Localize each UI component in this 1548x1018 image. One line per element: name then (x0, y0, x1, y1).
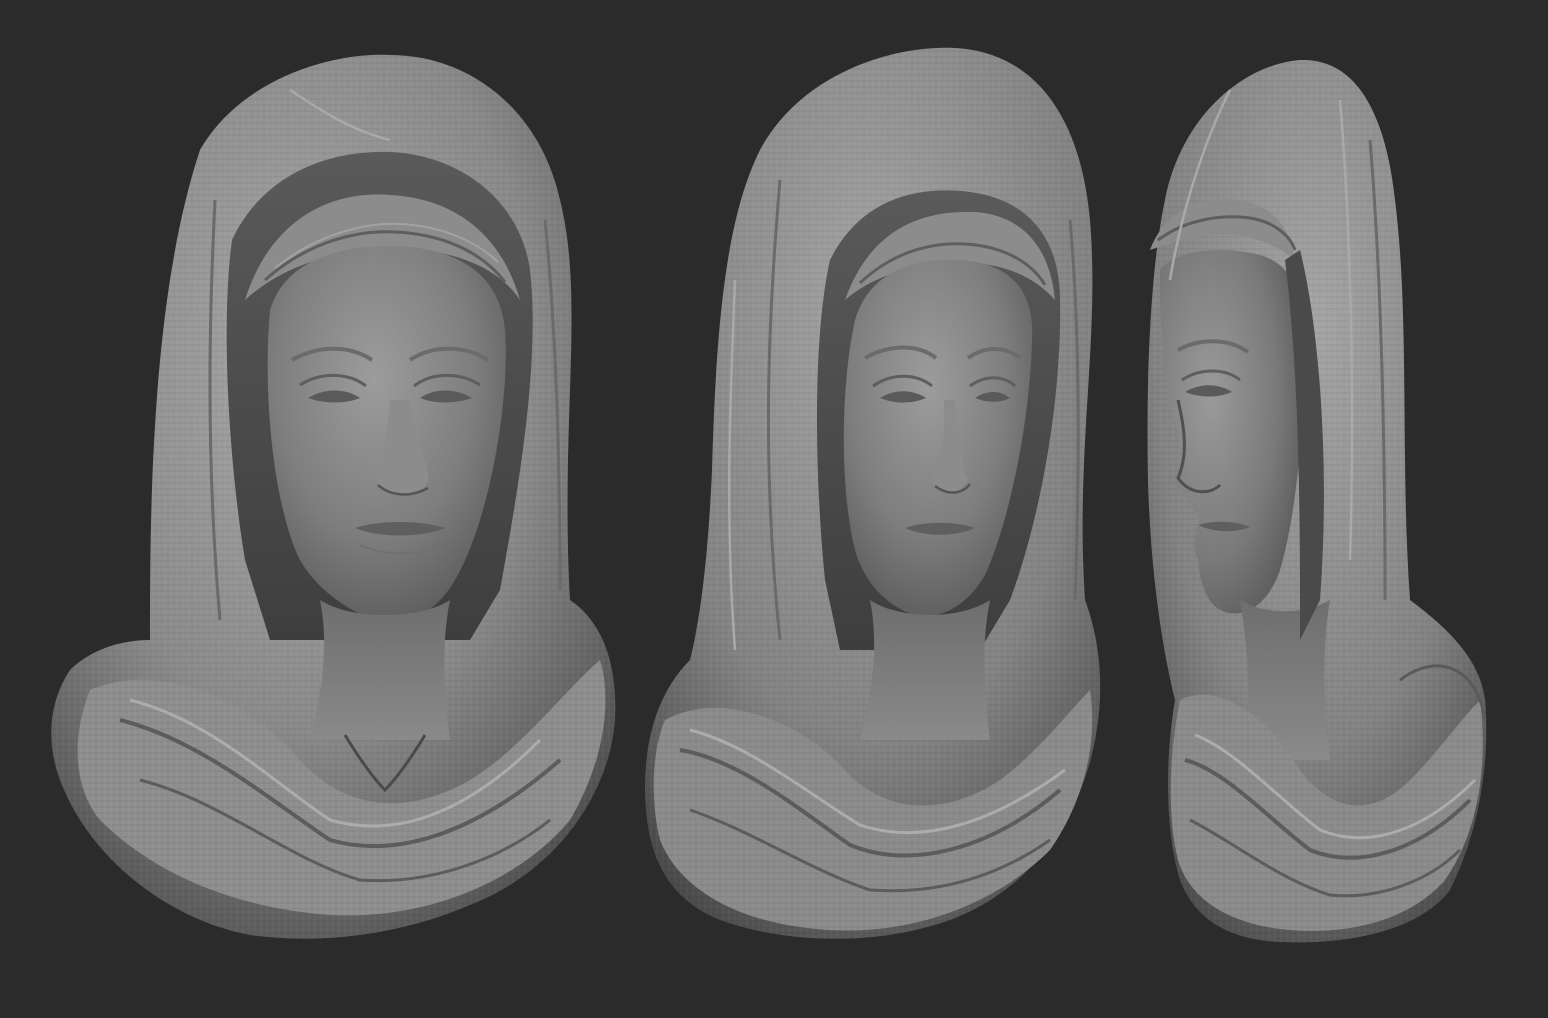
bust-profile-view (1147, 59, 1487, 943)
neck (860, 600, 990, 740)
render-scene (51, 47, 1487, 943)
bust-three-quarter-view (645, 47, 1101, 939)
bust-front-view (51, 54, 616, 939)
viewport (0, 0, 1548, 1018)
neck (310, 600, 450, 740)
